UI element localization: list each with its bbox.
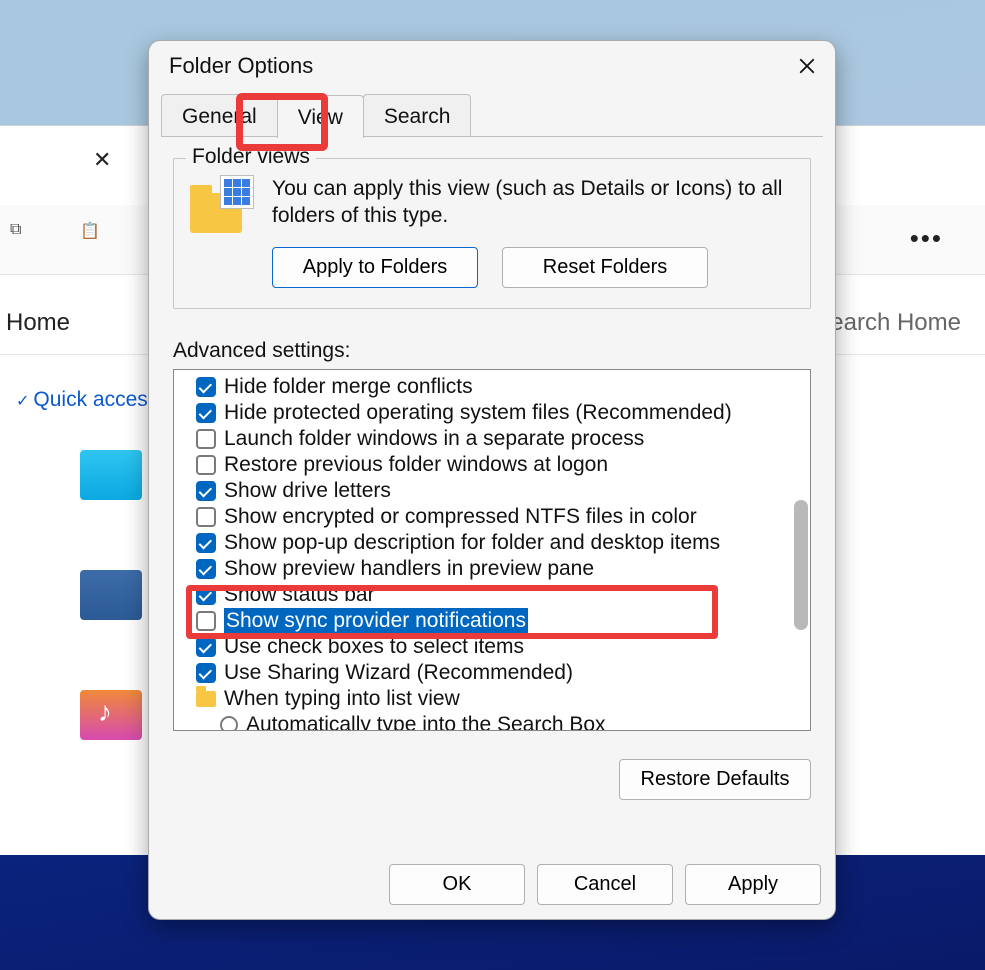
setting-item[interactable]: Show encrypted or compressed NTFS files …	[196, 504, 808, 530]
checkbox[interactable]	[196, 377, 216, 397]
checkbox[interactable]	[196, 533, 216, 553]
setting-item[interactable]: Show sync provider notifications	[196, 608, 808, 634]
tab-view[interactable]: View	[277, 95, 364, 138]
checkbox[interactable]	[196, 585, 216, 605]
setting-item[interactable]: When typing into list view	[196, 686, 808, 712]
radio[interactable]	[220, 716, 238, 731]
setting-item[interactable]: Show preview handlers in preview pane	[196, 556, 808, 582]
setting-label: Show drive letters	[224, 478, 391, 504]
setting-label: Hide protected operating system files (R…	[224, 400, 732, 426]
sidebar-item-quick-access[interactable]: Quick access	[16, 388, 158, 412]
setting-item[interactable]: Show pop-up description for folder and d…	[196, 530, 808, 556]
setting-item[interactable]: Use Sharing Wizard (Recommended)	[196, 660, 808, 686]
toolbar-icon[interactable]: 📋	[80, 221, 100, 241]
scrollbar-thumb[interactable]	[794, 500, 808, 630]
setting-label: Show pop-up description for folder and d…	[224, 530, 720, 556]
setting-item[interactable]: Restore previous folder windows at logon	[196, 452, 808, 478]
setting-label: Restore previous folder windows at logon	[224, 452, 608, 478]
checkbox[interactable]	[196, 637, 216, 657]
group-legend: Folder views	[186, 145, 316, 169]
setting-label: Show encrypted or compressed NTFS files …	[224, 504, 697, 530]
dialog-buttons: OK Cancel Apply	[149, 858, 835, 919]
setting-label: Use check boxes to select items	[224, 634, 524, 660]
folder-views-group: Folder views You can apply this view (su…	[173, 158, 811, 309]
apply-to-folders-button[interactable]: Apply to Folders	[272, 247, 478, 288]
setting-label: Hide folder merge conflicts	[224, 374, 473, 400]
advanced-settings-label: Advanced settings:	[173, 339, 811, 363]
more-icon[interactable]: •••	[910, 223, 943, 254]
setting-item[interactable]: Use check boxes to select items	[196, 634, 808, 660]
setting-item[interactable]: Hide protected operating system files (R…	[196, 400, 808, 426]
title-bar: Folder Options	[149, 41, 835, 91]
checkbox[interactable]	[196, 559, 216, 579]
close-tab-icon[interactable]: ✕	[93, 147, 111, 173]
dialog-title: Folder Options	[169, 53, 787, 79]
close-icon	[798, 57, 816, 75]
tab-general[interactable]: General	[161, 94, 278, 137]
folder-views-text: You can apply this view (such as Details…	[272, 175, 794, 230]
setting-label: Show preview handlers in preview pane	[224, 556, 594, 582]
checkbox[interactable]	[196, 611, 216, 631]
setting-item[interactable]: Show drive letters	[196, 478, 808, 504]
ok-button[interactable]: OK	[389, 864, 525, 905]
checkbox[interactable]	[196, 403, 216, 423]
setting-item[interactable]: Automatically type into the Search Box	[196, 712, 808, 731]
apply-button[interactable]: Apply	[685, 864, 821, 905]
folder-icon	[196, 691, 216, 707]
setting-label: Use Sharing Wizard (Recommended)	[224, 660, 573, 686]
setting-label: When typing into list view	[224, 686, 460, 712]
setting-item[interactable]: Launch folder windows in a separate proc…	[196, 426, 808, 452]
restore-defaults-button[interactable]: Restore Defaults	[619, 759, 811, 800]
sidebar-folder-icon[interactable]	[80, 450, 142, 500]
reset-folders-button[interactable]: Reset Folders	[502, 247, 708, 288]
folder-options-dialog: Folder Options General View Search Folde…	[148, 40, 836, 920]
checkbox[interactable]	[196, 481, 216, 501]
checkbox[interactable]	[196, 507, 216, 527]
close-button[interactable]	[787, 46, 827, 86]
folder-views-icon	[190, 175, 254, 233]
setting-label: Automatically type into the Search Box	[246, 712, 606, 731]
cancel-button[interactable]: Cancel	[537, 864, 673, 905]
tab-strip: General View Search	[149, 91, 835, 137]
sidebar-folder-icon[interactable]	[80, 690, 142, 740]
checkbox[interactable]	[196, 429, 216, 449]
checkbox[interactable]	[196, 663, 216, 683]
setting-label: Show sync provider notifications	[224, 608, 528, 634]
checkbox[interactable]	[196, 455, 216, 475]
toolbar-icon[interactable]: ⧉	[10, 221, 21, 239]
advanced-settings-list: Hide folder merge conflictsHide protecte…	[173, 369, 811, 731]
setting-item[interactable]: Show status bar	[196, 582, 808, 608]
breadcrumb-home[interactable]: Home	[6, 309, 70, 337]
setting-label: Launch folder windows in a separate proc…	[224, 426, 644, 452]
setting-label: Show status bar	[224, 582, 375, 608]
tab-search[interactable]: Search	[363, 94, 472, 137]
sidebar-folder-icon[interactable]	[80, 570, 142, 620]
setting-item[interactable]: Hide folder merge conflicts	[196, 374, 808, 400]
search-input[interactable]: Search Home	[814, 309, 961, 337]
